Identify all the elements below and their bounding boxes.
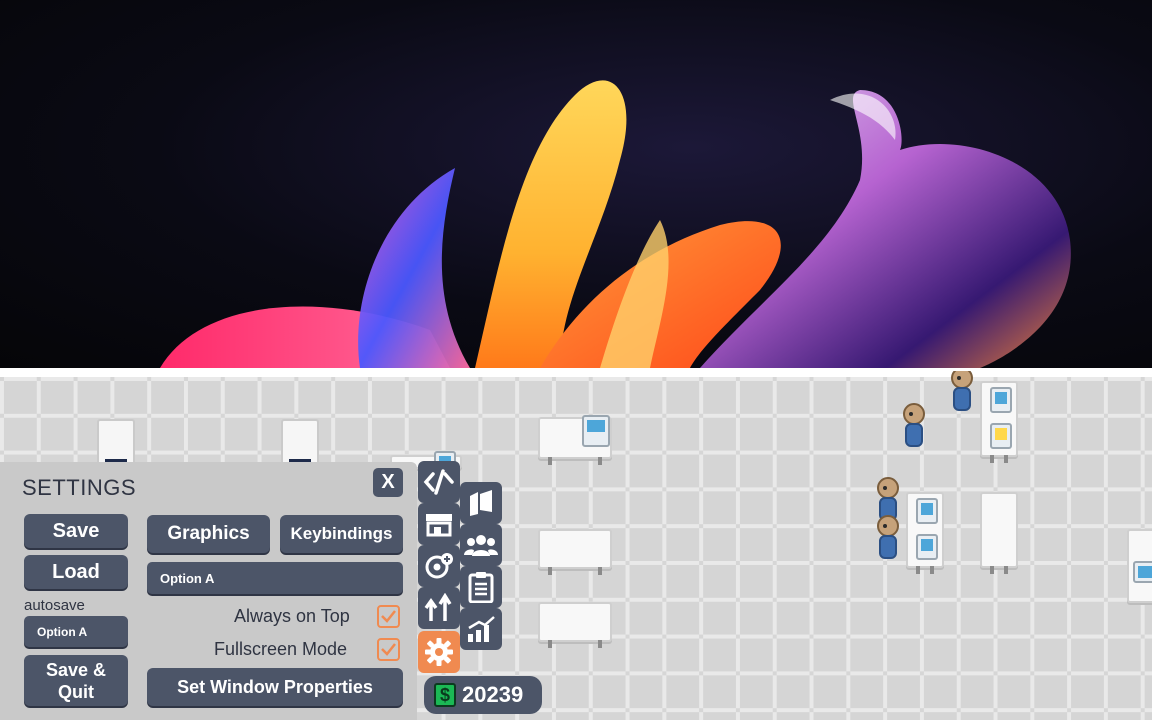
stats-icon (468, 616, 495, 642)
save-quit-button[interactable]: Save & Quit (24, 655, 128, 706)
load-button[interactable]: Load (24, 555, 128, 589)
tool-stats[interactable] (460, 608, 502, 650)
tool-tasks[interactable] (460, 566, 502, 608)
tool-code[interactable] (418, 461, 460, 503)
always-on-top-label: Always on Top (234, 606, 350, 626)
empty-desk[interactable] (980, 492, 1018, 574)
tool-team[interactable] (460, 524, 502, 566)
tool-upgrade[interactable] (418, 587, 460, 629)
money-counter: $ 20239 (424, 676, 542, 714)
tool-add-upgrade[interactable] (418, 545, 460, 587)
graphics-selected: Option A (160, 570, 215, 586)
checkmark-icon (381, 610, 396, 623)
tab-keybindings[interactable]: Keybindings (280, 515, 403, 553)
add-gear-icon (425, 553, 453, 579)
checkmark-icon (381, 643, 396, 656)
desktop-wallpaper (0, 0, 1152, 368)
autosave-label: autosave (24, 597, 85, 614)
map-icon (470, 490, 492, 516)
set-window-properties-button[interactable]: Set Window Properties (147, 668, 403, 706)
gear-icon (425, 638, 453, 666)
upgrade-arrows-icon (424, 593, 452, 621)
team-icon (464, 535, 498, 556)
close-button[interactable]: X (373, 468, 403, 497)
autosave-dropdown[interactable]: Option A (24, 616, 128, 647)
employee[interactable] (950, 371, 974, 413)
always-on-top-checkbox[interactable] (377, 605, 400, 628)
autosave-selected: Option A (37, 624, 88, 639)
dollar-icon: $ (434, 683, 456, 707)
money-amount: 20239 (462, 682, 524, 707)
abstract-bloom-art (160, 80, 1071, 368)
work-station[interactable] (980, 381, 1018, 463)
tool-settings[interactable] (418, 631, 460, 673)
save-button[interactable]: Save (24, 514, 128, 548)
work-station[interactable] (906, 492, 944, 574)
computer-desk[interactable] (1127, 529, 1152, 603)
tool-map[interactable] (460, 482, 502, 524)
tab-graphics[interactable]: Graphics (147, 515, 270, 553)
clipboard-icon (468, 572, 494, 603)
empty-desk[interactable] (538, 602, 612, 648)
employee[interactable] (876, 515, 900, 561)
graphics-dropdown[interactable]: Option A (147, 562, 403, 594)
fullscreen-checkbox[interactable] (377, 638, 400, 661)
employee[interactable] (902, 403, 926, 449)
storefront-icon (426, 514, 452, 537)
computer-desk[interactable] (538, 415, 612, 465)
fullscreen-label: Fullscreen Mode (214, 639, 348, 659)
code-icon (423, 469, 454, 495)
empty-desk[interactable] (538, 529, 612, 575)
settings-title: SETTINGS (22, 475, 137, 500)
tool-store[interactable] (418, 503, 460, 545)
